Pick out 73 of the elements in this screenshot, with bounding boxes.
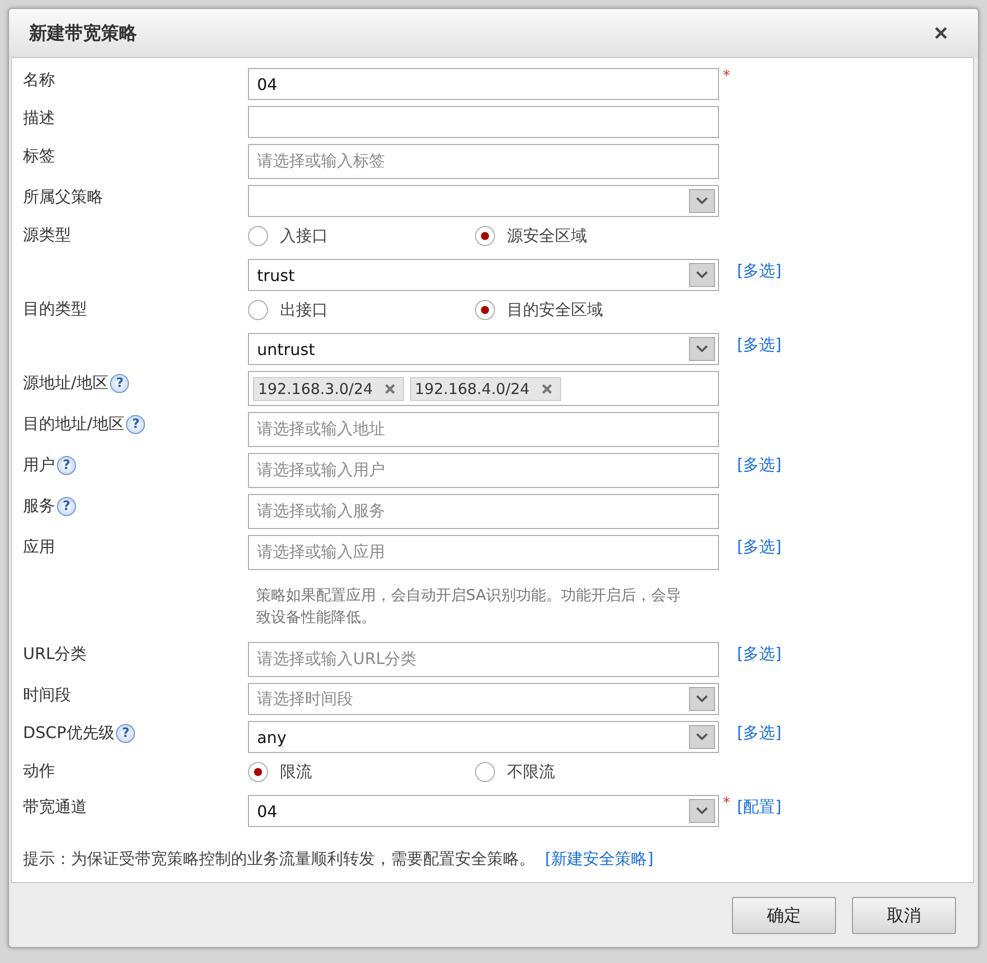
help-icon[interactable]: ?: [116, 724, 136, 743]
radio-button[interactable]: [475, 762, 495, 782]
input-field[interactable]: 请选择或输入服务: [248, 494, 719, 529]
chevron-down-icon[interactable]: [689, 725, 715, 749]
multi-select-link[interactable]: [多选]: [737, 261, 782, 280]
help-icon[interactable]: ?: [110, 374, 130, 393]
multi-select-link[interactable]: [多选]: [737, 723, 782, 742]
field-label: 应用: [23, 537, 55, 558]
tag-label: 192.168.4.0/24: [414, 380, 530, 398]
dialog-button[interactable]: 取消: [852, 896, 956, 934]
multi-select-link[interactable]: [多选]: [737, 644, 782, 663]
option-label: 源安全区域: [507, 226, 587, 246]
remove-icon[interactable]: [542, 384, 552, 394]
field-label: 标签: [23, 146, 55, 167]
required-mark: *: [723, 795, 730, 811]
field-label: 源地址/地区: [23, 373, 108, 394]
radio-button[interactable]: [248, 300, 268, 320]
chevron-down-icon[interactable]: [689, 189, 715, 213]
input-field[interactable]: 请选择或输入地址: [248, 412, 719, 447]
dropdown[interactable]: 请选择时间段: [248, 683, 719, 715]
remove-icon[interactable]: [384, 384, 395, 394]
option-label: 出接口: [280, 300, 328, 320]
radio-button[interactable]: [475, 226, 495, 246]
new-policy-link[interactable]: [新建安全策略]: [545, 849, 654, 870]
field-label: 描述: [23, 108, 55, 129]
field-label: 目的地址/地区: [23, 414, 124, 435]
dialog-title: 新建带宽策略: [29, 22, 137, 45]
multi-select-link[interactable]: [多选]: [737, 335, 782, 354]
note-text: 策略如果配置应用，会自动开启SA识别功能。功能开启后，会导致设备性能降低。: [255, 585, 682, 628]
radio-button[interactable]: [248, 762, 268, 782]
field-label: 带宽通道: [23, 797, 87, 818]
option-label: 入接口: [280, 226, 328, 246]
chevron-down-icon[interactable]: [689, 687, 715, 711]
dialog-button[interactable]: 确定: [732, 896, 836, 934]
required-mark: *: [723, 68, 730, 84]
input-field[interactable]: 请选择或输入用户: [248, 453, 719, 488]
tag-label: 192.168.3.0/24: [258, 380, 373, 398]
radio-button[interactable]: [248, 226, 268, 246]
field-label: 用户: [23, 455, 55, 476]
multi-select-link[interactable]: [配置]: [737, 797, 782, 816]
input-field[interactable]: 192.168.3.0/24 192.168.4.0/24: [248, 371, 719, 406]
field-label: 源类型: [23, 225, 71, 246]
multi-select-link[interactable]: [多选]: [737, 455, 782, 474]
field-label: URL分类: [23, 644, 87, 665]
chevron-down-icon[interactable]: [689, 799, 715, 823]
help-icon[interactable]: ?: [126, 415, 146, 434]
option-label: 目的安全区域: [507, 300, 603, 320]
input-field[interactable]: 请选择或输入应用: [248, 535, 719, 570]
field-label: 名称: [23, 70, 55, 91]
help-icon[interactable]: ?: [57, 456, 76, 475]
input-field[interactable]: 请选择或输入URL分类: [248, 642, 719, 677]
chevron-down-icon[interactable]: [689, 337, 715, 361]
help-icon[interactable]: ?: [57, 497, 76, 516]
option-label: 限流: [280, 762, 312, 782]
field-label: 目的类型: [23, 299, 87, 320]
field-label: 所属父策略: [23, 187, 103, 208]
text-field[interactable]: [248, 106, 719, 138]
hint-text: 提示：为保证受带宽策略控制的业务流量顺利转发，需要配置安全策略。: [23, 849, 535, 870]
dropdown[interactable]: trust: [248, 259, 719, 291]
multi-select-link[interactable]: [多选]: [737, 537, 782, 556]
dropdown[interactable]: untrust: [248, 333, 719, 365]
field-label: 时间段: [23, 685, 71, 706]
close-icon[interactable]: [934, 26, 948, 40]
field-label: DSCP优先级: [23, 723, 114, 744]
option-label: 不限流: [507, 762, 555, 782]
text-field[interactable]: 04: [248, 68, 719, 100]
dropdown[interactable]: any: [248, 721, 719, 753]
field-label: 动作: [23, 761, 55, 782]
chevron-down-icon[interactable]: [689, 263, 715, 287]
input-field[interactable]: 请选择或输入标签: [248, 144, 719, 179]
dropdown[interactable]: 04: [248, 795, 719, 827]
field-label: 服务: [23, 496, 55, 517]
radio-button[interactable]: [475, 300, 495, 320]
